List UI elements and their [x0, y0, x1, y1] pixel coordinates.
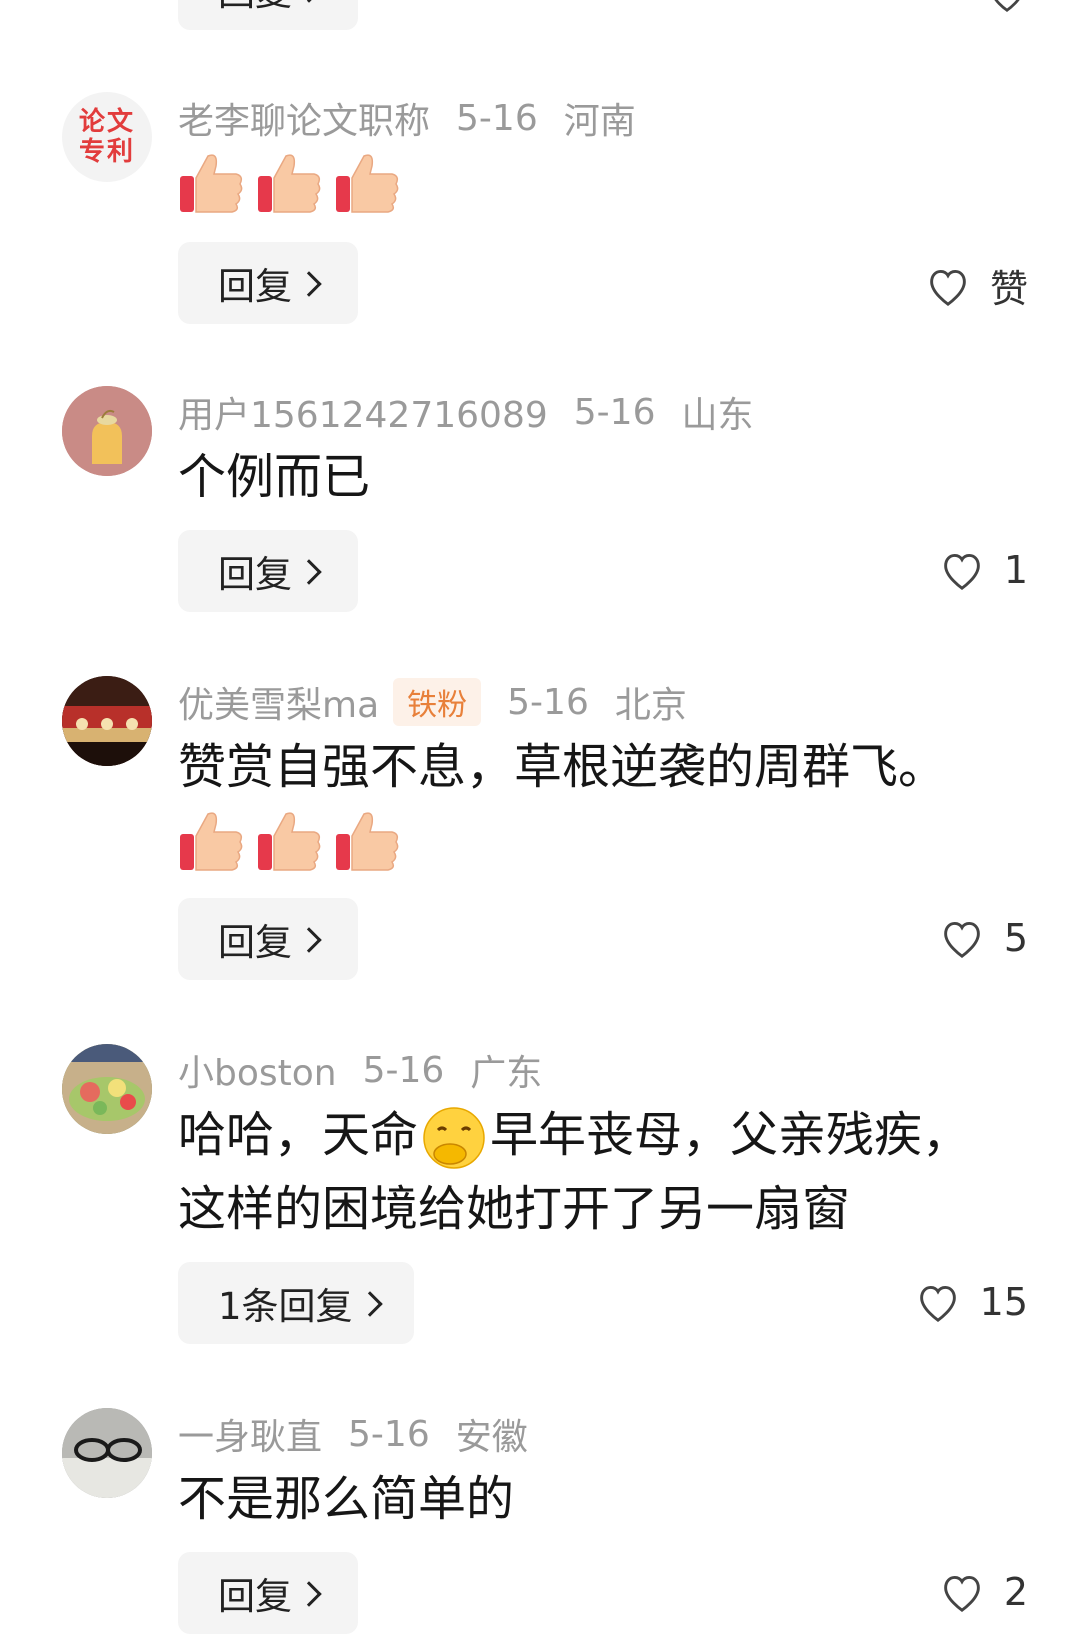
avatar[interactable]	[62, 386, 152, 476]
like-count: 5	[1003, 916, 1028, 960]
comment-date: 5-16	[456, 97, 538, 139]
thumbs-up-emoji	[178, 808, 244, 874]
comment-meta: 用户1561242716089 5-16 山东	[178, 386, 753, 438]
avatar[interactable]	[62, 676, 152, 766]
author-name[interactable]: 老李聊论文职称	[178, 92, 430, 144]
reply-button[interactable]: 回复	[178, 1552, 358, 1634]
reply-label: 回复	[218, 0, 292, 16]
heart-icon	[994, 0, 1020, 12]
heart-icon	[943, 1575, 980, 1612]
comment-text: 赞赏自强不息，草根逆袭的周群飞。	[178, 739, 947, 795]
chevron-right-icon	[296, 1581, 322, 1607]
fan-badge: 铁粉	[393, 678, 482, 726]
heart-icon	[930, 269, 966, 306]
comment-text-part: 哈哈，天命	[178, 1107, 419, 1163]
author-name[interactable]: 优美雪梨ma	[178, 676, 379, 728]
comment-meta: 老李聊论文职称 5-16 河南	[178, 92, 636, 144]
comment-meta: 小boston 5-16 广东	[178, 1044, 542, 1096]
avatar-text: 论文	[78, 107, 135, 137]
comment-location: 广东	[470, 1053, 543, 1094]
comment-text: 哈哈，天命 早年丧母，父亲残疾，	[178, 1098, 970, 1172]
comment-location: 北京	[614, 685, 687, 726]
like-button[interactable]: 15	[916, 1280, 1028, 1324]
reply-label: 回复	[218, 1575, 292, 1618]
like-button[interactable]: 赞	[926, 258, 1028, 313]
reply-label: 回复	[218, 265, 292, 308]
like-button[interactable]: 5	[940, 916, 1028, 960]
comment-text: 这样的困境给她打开了另一扇窗	[178, 1181, 851, 1237]
comment-text-part: 早年丧母，父亲残疾，	[490, 1107, 971, 1163]
comment-text: 个例而已	[178, 449, 371, 505]
like-count: 15	[979, 1280, 1028, 1324]
thumbs-up-emoji	[178, 150, 244, 216]
chevron-right-icon	[296, 271, 322, 297]
author-name[interactable]: 一身耿直	[178, 1408, 322, 1460]
heart-icon	[919, 1285, 956, 1322]
reply-button[interactable]: 回复	[178, 898, 358, 980]
like-count: 2	[1003, 1570, 1028, 1614]
comment-date: 5-16	[348, 1413, 430, 1455]
emoji-row	[178, 808, 400, 874]
chevron-right-icon	[296, 0, 322, 3]
reply-button[interactable]: 1条回复	[178, 1262, 414, 1344]
emoji-row	[178, 150, 400, 216]
reply-label: 回复	[218, 553, 292, 596]
like-count: 1	[1003, 548, 1028, 592]
like-button[interactable]: 2	[940, 1570, 1028, 1614]
thumbs-up-emoji	[334, 808, 400, 874]
reply-button[interactable]: 回复	[178, 0, 358, 30]
reply-label: 1条回复	[218, 1285, 353, 1328]
reply-button[interactable]: 回复	[178, 530, 358, 612]
heart-icon	[943, 553, 980, 590]
thumbs-up-emoji	[334, 150, 400, 216]
like-button[interactable]: 1	[940, 548, 1028, 592]
avatar[interactable]	[62, 1408, 152, 1498]
thumbs-up-emoji	[256, 808, 322, 874]
reply-label: 回复	[218, 921, 292, 964]
giggle-emoji	[420, 1104, 488, 1172]
comment-location: 河南	[563, 101, 636, 142]
thumbs-up-emoji	[256, 150, 322, 216]
comment-date: 5-16	[362, 1049, 445, 1091]
author-name[interactable]: 小boston	[178, 1044, 337, 1096]
chevron-right-icon	[296, 927, 322, 953]
comment-meta: 优美雪梨ma 铁粉 5-16 北京	[178, 676, 687, 728]
comment-date: 5-16	[507, 681, 589, 723]
heart-icon	[943, 921, 980, 958]
comment-meta: 一身耿直 5-16 安徽	[178, 1408, 528, 1460]
like-button[interactable]	[986, 0, 1028, 12]
reply-button[interactable]: 回复	[178, 242, 358, 324]
comment-text: 不是那么简单的	[178, 1471, 515, 1527]
like-label: 赞	[989, 267, 1028, 311]
comment-date: 5-16	[573, 391, 656, 433]
avatar[interactable]: 论文 专利	[62, 92, 152, 182]
avatar-text: 专利	[78, 137, 135, 167]
chevron-right-icon	[356, 1291, 383, 1317]
comment-location: 山东	[681, 395, 754, 436]
author-name[interactable]: 用户1561242716089	[178, 386, 548, 438]
comment-location: 安徽	[455, 1417, 528, 1458]
chevron-right-icon	[296, 559, 322, 585]
avatar[interactable]	[62, 1044, 152, 1134]
